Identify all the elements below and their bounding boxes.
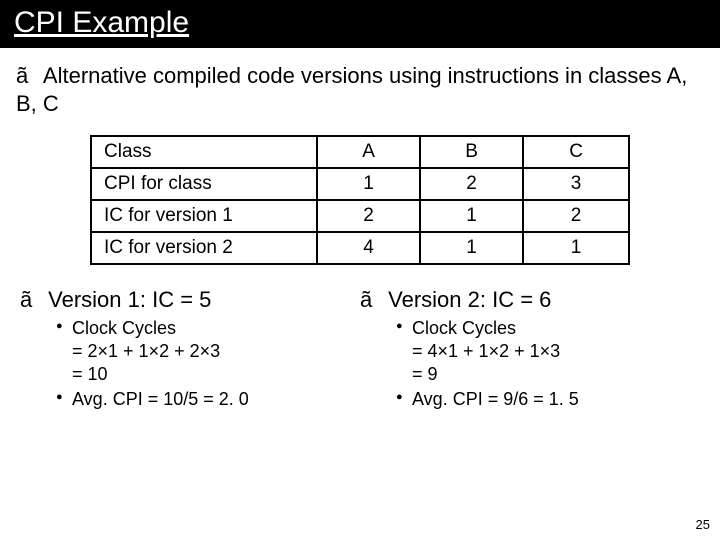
clock-line1: = 2×1 + 1×2 + 2×3 <box>72 341 220 361</box>
columns: ã Version 1: IC = 5 Clock Cycles = 2×1 +… <box>16 287 704 413</box>
clock-label: Clock Cycles <box>412 318 516 338</box>
clock-line2: = 10 <box>72 364 108 384</box>
clock-label: Clock Cycles <box>72 318 176 338</box>
table-cell: 1 <box>420 232 523 264</box>
version1-head-text: Version 1: IC = 5 <box>48 287 211 312</box>
list-item: Clock Cycles = 4×1 + 1×2 + 1×3 = 9 <box>396 317 700 386</box>
list-item: Avg. CPI = 10/5 = 2. 0 <box>56 388 360 411</box>
version1-list: Clock Cycles = 2×1 + 1×2 + 2×3 = 10 Avg.… <box>56 317 360 411</box>
version2-head-text: Version 2: IC = 6 <box>388 287 551 312</box>
table-cell: 1 <box>317 168 420 200</box>
version2-col: ã Version 2: IC = 6 Clock Cycles = 4×1 +… <box>360 287 700 413</box>
bullet-icon: ã <box>16 62 38 90</box>
version2-heading: ã Version 2: IC = 6 <box>360 287 700 313</box>
table-row: IC for version 2 4 1 1 <box>91 232 629 264</box>
table-cell: Class <box>91 136 317 168</box>
table-row: CPI for class 1 2 3 <box>91 168 629 200</box>
table-cell: 3 <box>523 168 629 200</box>
table-cell: 1 <box>523 232 629 264</box>
table-cell: 2 <box>523 200 629 232</box>
table-cell: B <box>420 136 523 168</box>
title-bar: CPI Example <box>0 0 720 48</box>
table-cell: C <box>523 136 629 168</box>
table-cell: IC for version 1 <box>91 200 317 232</box>
table-cell: IC for version 2 <box>91 232 317 264</box>
version1-heading: ã Version 1: IC = 5 <box>20 287 360 313</box>
clock-line2: = 9 <box>412 364 438 384</box>
bullet-icon: ã <box>20 287 42 313</box>
clock-line1: = 4×1 + 1×2 + 1×3 <box>412 341 560 361</box>
table-cell: 1 <box>420 200 523 232</box>
table-cell: CPI for class <box>91 168 317 200</box>
cpi-table: Class A B C CPI for class 1 2 3 IC for v… <box>90 135 630 265</box>
version2-list: Clock Cycles = 4×1 + 1×2 + 1×3 = 9 Avg. … <box>396 317 700 411</box>
page-number: 25 <box>696 517 710 532</box>
table-cell: 2 <box>317 200 420 232</box>
list-item: Avg. CPI = 9/6 = 1. 5 <box>396 388 700 411</box>
lead-bullet: ã Alternative compiled code versions usi… <box>16 62 704 117</box>
lead-text: Alternative compiled code versions using… <box>16 63 687 116</box>
bullet-icon: ã <box>360 287 382 313</box>
table-cell: 4 <box>317 232 420 264</box>
table-row: Class A B C <box>91 136 629 168</box>
list-item: Clock Cycles = 2×1 + 1×2 + 2×3 = 10 <box>56 317 360 386</box>
version1-col: ã Version 1: IC = 5 Clock Cycles = 2×1 +… <box>20 287 360 413</box>
slide: CPI Example ã Alternative compiled code … <box>0 0 720 540</box>
slide-body: ã Alternative compiled code versions usi… <box>0 48 720 413</box>
table-cell: A <box>317 136 420 168</box>
table-cell: 2 <box>420 168 523 200</box>
table-row: IC for version 1 2 1 2 <box>91 200 629 232</box>
slide-title: CPI Example <box>14 6 706 40</box>
